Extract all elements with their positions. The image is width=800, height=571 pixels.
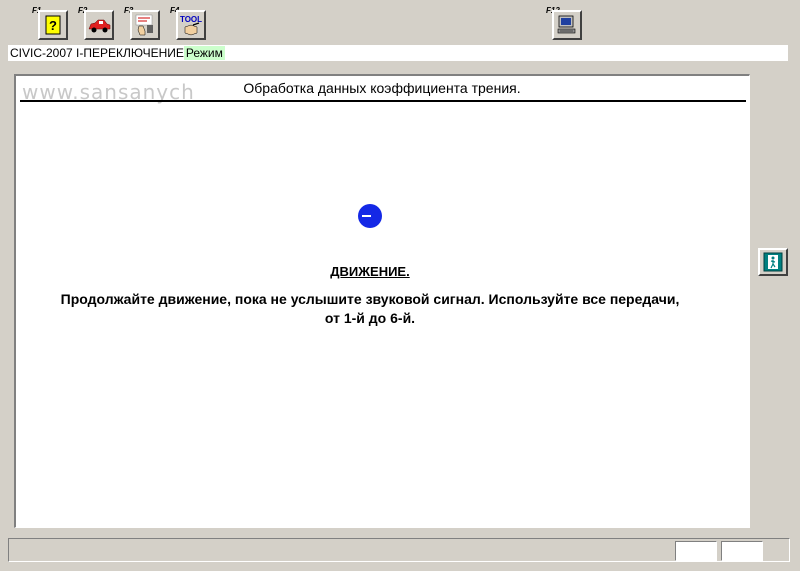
car-icon [88, 19, 111, 33]
toolbar: F1 ? F2 F3 F4 TOOL [0, 0, 800, 44]
f4-tool-button[interactable]: F4 TOOL [168, 6, 208, 42]
panel-title: Обработка данных коэффициента трения. [243, 80, 521, 96]
step-heading: ДВИЖЕНИЕ. [330, 264, 410, 279]
progress-indicator-icon [358, 204, 382, 228]
svg-text:?: ? [49, 18, 57, 33]
tool-icon: TOOL [180, 15, 202, 36]
f2-vehicle-button[interactable]: F2 [76, 6, 116, 42]
f3-diagnosis-button[interactable]: F3 [122, 6, 162, 42]
vehicle-status-line: CIVIC-2007 I-ПЕРЕКЛЮЧЕНИЕ Режим [8, 45, 788, 61]
content-panel: www.sansanych Обработка данных коэффицие… [14, 74, 750, 528]
computer-icon [557, 15, 576, 34]
help-icon: ? [45, 15, 61, 35]
vehicle-model-label: CIVIC-2007 I-ПЕРЕКЛЮЧЕНИЕ [10, 46, 184, 60]
title-divider [20, 100, 746, 102]
bottom-status-bar [8, 538, 790, 562]
exit-button[interactable] [758, 248, 788, 276]
f1-help-button[interactable]: F1 ? [30, 6, 70, 42]
status-cell-2 [721, 541, 763, 561]
status-cell-1 [675, 541, 717, 561]
exit-door-icon [763, 252, 783, 272]
instruction-text: Продолжайте движение, пока не услышите з… [16, 290, 724, 328]
instruction-line-2: от 1-й до 6-й. [324, 310, 416, 326]
mode-label: Режим [183, 46, 225, 60]
diagnosis-icon [135, 14, 153, 36]
instruction-line-1: Продолжайте движение, пока не услышите з… [60, 291, 680, 307]
f12-computer-button[interactable]: F12 [544, 6, 584, 42]
